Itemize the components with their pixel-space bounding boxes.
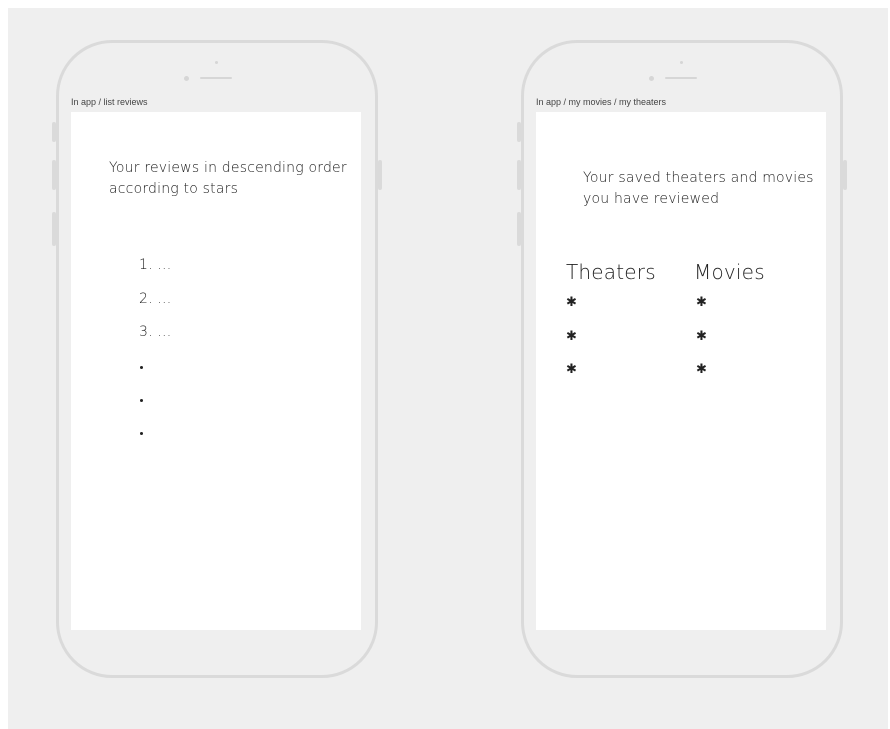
screen-label: In app / list reviews <box>71 97 148 107</box>
phone-side-button <box>52 122 56 142</box>
phone-side-button <box>52 212 56 246</box>
phone-side-button <box>843 160 847 190</box>
screen-heading: Your reviews in descending order accordi… <box>109 160 347 197</box>
movies-column-header: Movies <box>694 260 765 284</box>
sensor-dot <box>215 61 218 64</box>
review-list-item: 2. ... <box>139 291 172 307</box>
phone-side-button <box>52 160 56 190</box>
phone-side-button <box>517 160 521 190</box>
speaker-grille <box>665 77 697 79</box>
phone-side-button <box>378 160 382 190</box>
camera-dot <box>184 76 189 81</box>
camera-dot <box>649 76 654 81</box>
theaters-column-header: Theaters <box>566 260 656 284</box>
sensor-dot <box>680 61 683 64</box>
theater-bullet-icon: ✱ <box>566 294 577 309</box>
phone-side-button <box>517 212 521 246</box>
review-list-item: 3. ... <box>139 324 172 340</box>
theater-bullet-icon: ✱ <box>566 328 577 343</box>
list-continuation-dot <box>140 432 143 435</box>
phone-side-button <box>517 122 521 142</box>
movie-bullet-icon: ✱ <box>696 294 707 309</box>
movie-bullet-icon: ✱ <box>696 361 707 376</box>
list-continuation-dot <box>140 366 143 369</box>
screen-label: In app / my movies / my theaters <box>536 97 667 107</box>
review-list-item: 1. ... <box>139 257 172 273</box>
speaker-grille <box>200 77 232 79</box>
theater-bullet-icon: ✱ <box>566 361 577 376</box>
screen-heading: Your saved theaters and movies you have … <box>583 170 814 207</box>
list-continuation-dot <box>140 399 143 402</box>
movie-bullet-icon: ✱ <box>696 328 707 343</box>
